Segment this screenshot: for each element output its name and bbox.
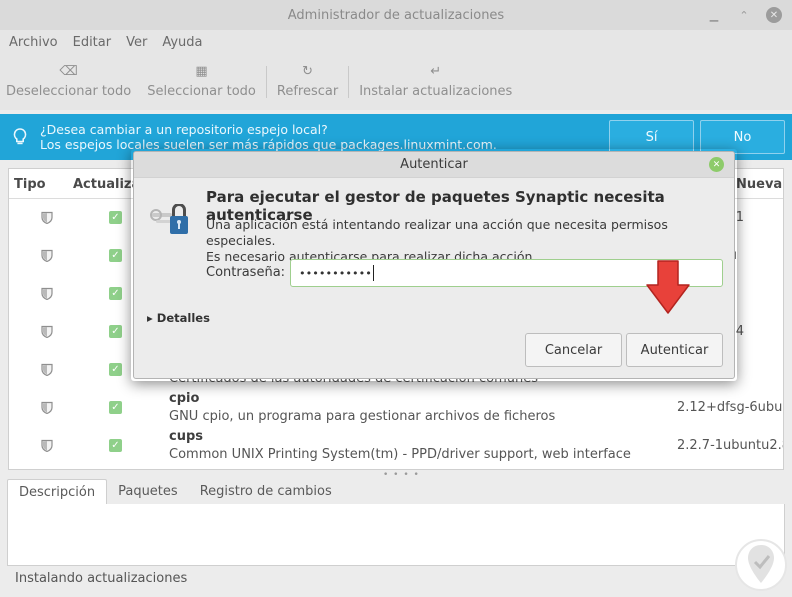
red-arrow-icon xyxy=(646,260,690,314)
security-shield-icon xyxy=(41,363,53,377)
window-controls: ▁ ⌃ ✕ xyxy=(706,7,782,23)
titlebar: Administrador de actualizaciones ▁ ⌃ ✕ xyxy=(0,0,792,30)
package-new-version: 2.2.7-1ubuntu2.8 xyxy=(677,438,784,453)
deselect-all-label: Deseleccionar todo xyxy=(6,84,132,99)
details-label: Detalles xyxy=(156,311,210,325)
expander-triangle-icon: ▸ xyxy=(147,311,153,325)
dialog-title: Autenticar xyxy=(400,157,468,172)
select-all-button[interactable]: ▦ Seleccionar todo xyxy=(137,54,262,110)
details-expander[interactable]: ▸ Detalles xyxy=(147,311,210,325)
text-caret xyxy=(372,265,374,281)
table-row[interactable]: ✓ cups Common UNIX Printing System(tm) - P… xyxy=(9,427,783,465)
dialog-message: Una aplicación está intentando realizar … xyxy=(206,217,734,265)
package-new-version: 2.12+dfsg-6ubur xyxy=(677,400,784,415)
close-icon[interactable]: ✕ xyxy=(766,7,782,23)
install-updates-label: Instalar actualizaciones xyxy=(359,84,513,99)
package-name: cups xyxy=(169,429,204,444)
security-shield-icon xyxy=(41,325,53,339)
tab-description[interactable]: Descripción xyxy=(7,479,108,504)
cancel-button[interactable]: Cancelar xyxy=(525,333,622,367)
minimize-icon[interactable]: ▁ xyxy=(706,7,722,23)
update-checkbox[interactable]: ✓ xyxy=(109,401,122,414)
update-checkbox[interactable]: ✓ xyxy=(109,287,122,300)
toolbar-separator xyxy=(348,66,350,98)
install-icon: ↵ xyxy=(430,64,442,79)
password-value: ••••••••••• xyxy=(299,266,372,280)
select-all-label: Seleccionar todo xyxy=(147,84,256,99)
toolbar: ⌫ Deseleccionar todo ▦ Seleccionar todo … xyxy=(0,54,792,110)
password-label: Contraseña: xyxy=(206,265,286,280)
lightbulb-icon xyxy=(0,128,40,146)
security-shield-icon xyxy=(41,401,53,415)
select-all-icon: ▦ xyxy=(195,64,208,79)
infobar-question: ¿Desea cambiar a un repositorio espejo l… xyxy=(40,122,328,137)
install-updates-button[interactable]: ↵ Instalar actualizaciones xyxy=(353,54,518,110)
security-shield-icon xyxy=(41,439,53,453)
details-tabs: Descripción Paquetes Registro de cambios xyxy=(7,479,785,505)
menu-ver[interactable]: Ver xyxy=(126,35,147,50)
menu-ayuda[interactable]: Ayuda xyxy=(162,35,202,50)
column-type[interactable]: Tipo xyxy=(14,177,46,192)
dialog-titlebar: Autenticar ✕ xyxy=(134,152,734,178)
clear-icon: ⌫ xyxy=(59,64,78,79)
status-text: Instalando actualizaciones xyxy=(15,571,188,586)
dialog-close-icon[interactable]: ✕ xyxy=(709,157,724,172)
update-checkbox[interactable]: ✓ xyxy=(109,363,122,376)
dialog-message-line1: Una aplicación está intentando realizar … xyxy=(206,217,668,248)
tab-packages[interactable]: Paquetes xyxy=(107,479,189,504)
refresh-icon: ↻ xyxy=(302,64,313,79)
authenticate-button[interactable]: Autenticar xyxy=(626,333,723,367)
update-checkbox[interactable]: ✓ xyxy=(109,249,122,262)
description-panel xyxy=(7,504,785,566)
keys-lock-icon xyxy=(150,203,192,238)
update-checkbox[interactable]: ✓ xyxy=(109,211,122,224)
security-shield-icon xyxy=(41,249,53,263)
update-checkbox[interactable]: ✓ xyxy=(109,325,122,338)
window-title: Administrador de actualizaciones xyxy=(287,7,505,23)
toolbar-separator xyxy=(265,66,267,98)
security-shield-icon xyxy=(41,287,53,301)
menu-archivo[interactable]: Archivo xyxy=(9,35,58,50)
refresh-button[interactable]: ↻ Refrescar xyxy=(271,54,344,110)
deselect-all-button[interactable]: ⌫ Deseleccionar todo xyxy=(0,54,137,110)
column-new-version[interactable]: Nueva xyxy=(736,177,782,192)
refresh-label: Refrescar xyxy=(276,84,339,99)
package-description: GNU cpio, un programa para gestionar arc… xyxy=(169,409,556,424)
maximize-icon[interactable]: ⌃ xyxy=(736,7,752,23)
watermark-logo-icon xyxy=(735,539,787,591)
tab-changelog[interactable]: Registro de cambios xyxy=(189,479,343,504)
menubar: Archivo Editar Ver Ayuda xyxy=(0,30,792,54)
security-shield-icon xyxy=(41,211,53,225)
table-row[interactable]: ✓ cpio GNU cpio, un programa para gestiona… xyxy=(9,389,783,427)
infobar-text: ¿Desea cambiar a un repositorio espejo l… xyxy=(40,122,497,152)
menu-editar[interactable]: Editar xyxy=(73,35,112,50)
package-description: Common UNIX Printing System(tm) - PPD/dr… xyxy=(169,447,631,462)
package-name: cpio xyxy=(169,391,200,406)
update-checkbox[interactable]: ✓ xyxy=(109,439,122,452)
